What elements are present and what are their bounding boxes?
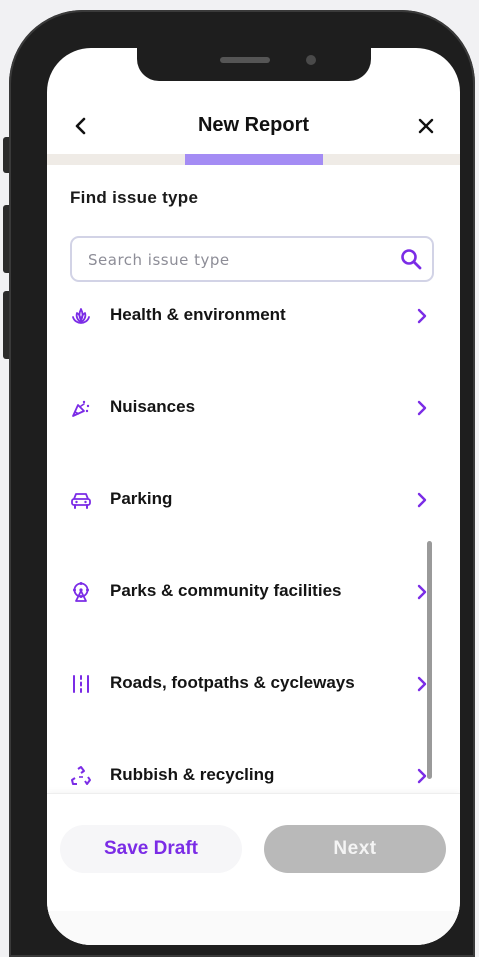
road-lanes-icon [73, 675, 89, 693]
list-item-parking[interactable]: Parking [47, 470, 460, 530]
list-item-roads-footpaths[interactable]: Roads, footpaths & cycleways [47, 654, 460, 714]
list-item-label: Health & environment [110, 305, 286, 324]
section-heading: Find issue type [70, 188, 199, 207]
list-item-nuisances[interactable]: Nuisances [47, 378, 460, 438]
list-item-label: Roads, footpaths & cycleways [110, 673, 355, 692]
close-icon [418, 118, 434, 134]
search-input[interactable] [86, 238, 390, 282]
party-popper-icon [72, 400, 90, 417]
recycle-icon [71, 766, 91, 785]
list-item-label: Parks & community facilities [110, 581, 342, 600]
notch [137, 48, 371, 81]
list-item-health-environment[interactable]: Health & environment [47, 288, 460, 346]
phone-frame: New Report Find issue type Search issue … [9, 10, 475, 957]
search-box [70, 236, 434, 282]
front-camera [306, 55, 316, 65]
list-item-label: Nuisances [110, 397, 196, 416]
footer-actions: Save Draft Next [47, 793, 460, 945]
list-item-label: Parking [110, 489, 173, 508]
speaker [220, 57, 270, 63]
issue-type-list: Health & environment Nuisances Parking P… [47, 288, 460, 793]
header-bar: New Report [47, 108, 460, 144]
ferris-wheel-icon [73, 582, 89, 602]
list-item-parks-community[interactable]: Parks & community facilities [47, 562, 460, 622]
list-item-rubbish-recycling[interactable]: Rubbish & recycling [47, 746, 460, 793]
next-button[interactable]: Next [264, 825, 446, 873]
list-item-label: Rubbish & recycling [110, 765, 275, 784]
chevron-right-icon [417, 492, 427, 508]
scrollbar[interactable] [427, 541, 432, 779]
progress-fill [185, 154, 323, 165]
progress-bar [47, 154, 460, 165]
chevron-right-icon [417, 400, 427, 416]
lotus-icon [72, 308, 90, 324]
save-draft-button[interactable]: Save Draft [60, 825, 242, 873]
page-title: New Report [197, 114, 310, 136]
home-indicator-area [47, 911, 460, 945]
close-button[interactable] [412, 112, 440, 140]
chevron-right-icon [417, 308, 427, 324]
car-icon [71, 493, 91, 509]
app-screen: New Report Find issue type Search issue … [47, 48, 460, 945]
search-icon[interactable] [400, 248, 422, 270]
